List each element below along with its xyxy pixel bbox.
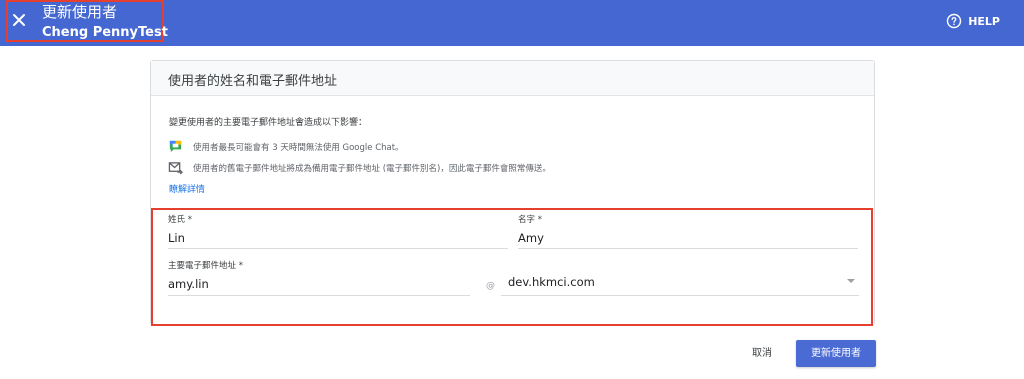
name-email-card: 使用者的姓名和電子郵件地址 變更使用者的主要電子郵件地址會造成以下影響： 使用者… bbox=[150, 60, 875, 326]
change-impact-intro: 變更使用者的主要電子郵件地址會造成以下影響： bbox=[169, 118, 368, 128]
note-mail-text: 使用者的舊電子郵件地址將成為備用電子郵件地址 (電子郵件別名)，因此電子郵件會照… bbox=[193, 164, 551, 174]
domain-select[interactable]: dev.hkmci.com bbox=[508, 275, 595, 289]
close-icon[interactable] bbox=[11, 12, 27, 28]
help-circle-icon bbox=[947, 13, 962, 29]
at-symbol: @ bbox=[486, 281, 495, 291]
chevron-down-icon[interactable] bbox=[847, 279, 855, 283]
last-name-label: 姓氏 * bbox=[168, 215, 192, 225]
email-username-underline bbox=[168, 295, 470, 296]
note-chat-text: 使用者最長可能會有 3 天時間無法使用 Google Chat。 bbox=[193, 142, 404, 153]
form-highlight-box bbox=[151, 208, 873, 326]
google-chat-icon bbox=[169, 140, 182, 153]
last-name-underline bbox=[168, 248, 508, 249]
top-app-bar: 更新使用者 Cheng PennyTest HELP bbox=[0, 0, 1024, 46]
mail-forward-icon bbox=[168, 162, 183, 175]
note-chat: 使用者最長可能會有 3 天時間無法使用 Google Chat。 bbox=[168, 139, 404, 154]
note-mail: 使用者的舊電子郵件地址將成為備用電子郵件地址 (電子郵件別名)，因此電子郵件會照… bbox=[168, 161, 551, 175]
first-name-input[interactable]: Amy bbox=[518, 231, 544, 245]
last-name-input[interactable]: Lin bbox=[168, 231, 185, 245]
cancel-button[interactable]: 取消 bbox=[741, 343, 783, 365]
update-user-button[interactable]: 更新使用者 bbox=[796, 340, 876, 367]
header-title-block: 更新使用者 Cheng PennyTest bbox=[42, 3, 168, 42]
first-name-underline bbox=[518, 248, 858, 249]
primary-email-label: 主要電子郵件地址 * bbox=[168, 261, 243, 271]
domain-underline bbox=[501, 295, 859, 296]
user-name: Cheng PennyTest bbox=[42, 25, 168, 40]
help-label: HELP bbox=[968, 14, 1000, 28]
card-title: 使用者的姓名和電子郵件地址 bbox=[168, 74, 338, 89]
card-header: 使用者的姓名和電子郵件地址 bbox=[151, 61, 874, 96]
email-username-input[interactable]: amy.lin bbox=[168, 277, 209, 291]
page-title: 更新使用者 bbox=[42, 3, 118, 21]
learn-more-link[interactable]: 瞭解詳情 bbox=[169, 182, 205, 195]
first-name-label: 名字 * bbox=[518, 215, 542, 225]
help-button[interactable]: HELP bbox=[946, 13, 1000, 29]
